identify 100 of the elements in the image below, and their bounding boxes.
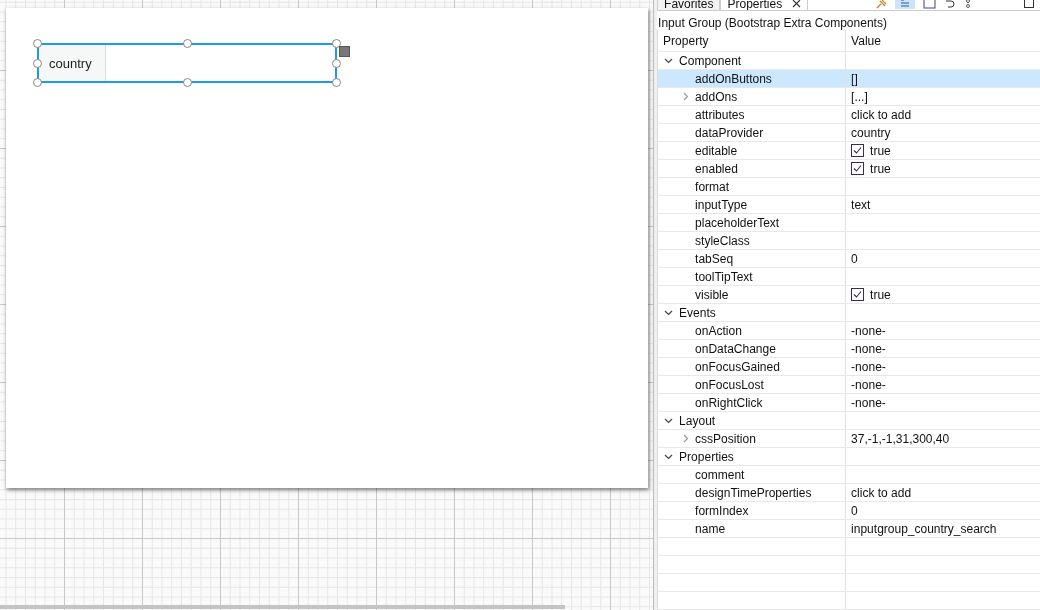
property-name: tabSeq [695,251,734,266]
property-name: visible [695,287,729,302]
list-view-icon[interactable] [895,0,916,9]
property-value[interactable]: -none- [851,359,886,374]
property-name: inputType [695,197,748,212]
property-name: onDataChange [695,341,776,356]
property-value[interactable]: [...] [851,89,868,104]
property-name: designTimeProperties [695,485,812,500]
category-label: Properties [679,449,734,464]
property-value[interactable]: -none- [851,395,886,410]
property-name: addOns [695,89,738,104]
property-row[interactable]: toolTipText [658,268,1040,286]
property-name: placeholderText [695,215,780,230]
property-row[interactable]: addOnButtons [] [658,70,1040,88]
property-row[interactable]: placeholderText [658,214,1040,232]
property-row[interactable]: cssPosition 37,-1,-1,31,300,40 [658,430,1040,448]
maximize-icon[interactable] [1024,0,1035,8]
property-row[interactable]: formIndex 0 [658,502,1040,520]
resize-handle[interactable] [33,78,42,87]
property-row[interactable]: comment [658,466,1040,484]
more-icon[interactable] [964,0,973,9]
checkbox[interactable] [851,288,865,301]
close-icon[interactable] [792,0,802,9]
resize-handle[interactable] [332,78,341,87]
property-row[interactable]: enabled true [658,160,1040,178]
property-row[interactable]: visible true [658,286,1040,304]
property-row[interactable]: format [658,178,1040,196]
property-name: comment [695,467,745,482]
chevron-right-icon[interactable] [681,92,691,101]
property-value: true [870,143,891,158]
property-row[interactable]: onFocusLost -none- [658,376,1040,394]
property-row[interactable]: onAction -none- [658,322,1040,340]
column-header[interactable]: Value [846,30,1040,51]
property-name: format [695,179,730,194]
property-name: enabled [695,161,738,176]
property-row[interactable]: styleClass [658,232,1040,250]
property-value[interactable]: 0 [851,503,858,518]
category-row[interactable]: Events [658,304,847,321]
category-row[interactable]: Layout [658,412,847,429]
property-name: onAction [695,323,742,338]
resize-handle[interactable] [33,39,42,48]
property-row[interactable]: inputType text [658,196,1040,214]
property-value[interactable]: country [851,125,891,140]
property-name: onFocusLost [695,377,764,392]
window-icon[interactable] [923,0,937,9]
chevron-down-icon[interactable] [664,416,674,425]
property-value[interactable]: inputgroup_country_search [851,521,997,536]
property-name: addOnButtons [695,71,772,86]
property-name: onFocusGained [695,359,780,374]
property-value[interactable]: text [851,197,871,212]
category-label: Layout [679,413,716,428]
property-name: toolTipText [695,269,753,284]
addon-label: country [39,45,106,81]
property-name: formIndex [695,503,749,518]
property-value[interactable]: -none- [851,341,886,356]
resize-handle[interactable] [183,78,192,87]
property-name: styleClass [695,233,750,248]
property-value[interactable]: click to add [851,485,912,500]
chevron-right-icon[interactable] [681,434,691,443]
property-row[interactable]: attributes click to add [658,106,1040,124]
selection-title: Input Group (Bootstrap Extra Components) [657,14,888,30]
chevron-down-icon[interactable] [664,452,674,461]
chevron-down-icon[interactable] [664,56,674,65]
category-label: Component [679,53,742,68]
property-value[interactable]: 0 [851,251,858,266]
category-row[interactable]: Component [658,52,847,69]
checkbox[interactable] [851,144,865,157]
property-row[interactable]: onFocusGained -none- [658,358,1040,376]
property-row[interactable]: name inputgroup_country_search [658,520,1040,538]
category-row[interactable]: Properties [658,448,847,465]
property-row[interactable]: designTimeProperties click to add [658,484,1040,502]
property-value[interactable]: click to add [851,107,912,122]
chevron-down-icon[interactable] [664,308,674,317]
property-value[interactable]: [] [851,71,858,86]
property-name: dataProvider [695,125,764,140]
resize-handle[interactable] [183,39,192,48]
resize-handle[interactable] [33,59,42,68]
property-value[interactable]: -none- [851,377,886,392]
property-value: true [870,161,891,176]
property-value[interactable]: 37,-1,-1,31,300,40 [851,431,950,446]
property-value[interactable]: -none- [851,323,886,338]
property-value: true [870,287,891,302]
property-row[interactable]: onRightClick -none- [658,394,1040,412]
property-row[interactable]: tabSeq 0 [658,250,1040,268]
undo-icon[interactable] [944,0,957,9]
property-row[interactable]: addOns [...] [658,88,1040,106]
property-name: editable [695,143,738,158]
pin-icon[interactable] [875,0,888,9]
property-row[interactable]: editable true [658,142,1040,160]
resize-handle[interactable] [332,59,341,68]
property-name: cssPosition [695,431,756,446]
property-row[interactable]: dataProvider country [658,124,1040,142]
property-row[interactable]: onDataChange -none- [658,340,1040,358]
checkbox[interactable] [851,162,865,175]
property-name: onRightClick [695,395,763,410]
property-name: attributes [695,107,745,122]
property-name: name [695,521,726,536]
column-header[interactable]: Property [658,30,847,51]
scrollbar-thumb[interactable] [0,605,565,609]
category-label: Events [679,305,716,320]
